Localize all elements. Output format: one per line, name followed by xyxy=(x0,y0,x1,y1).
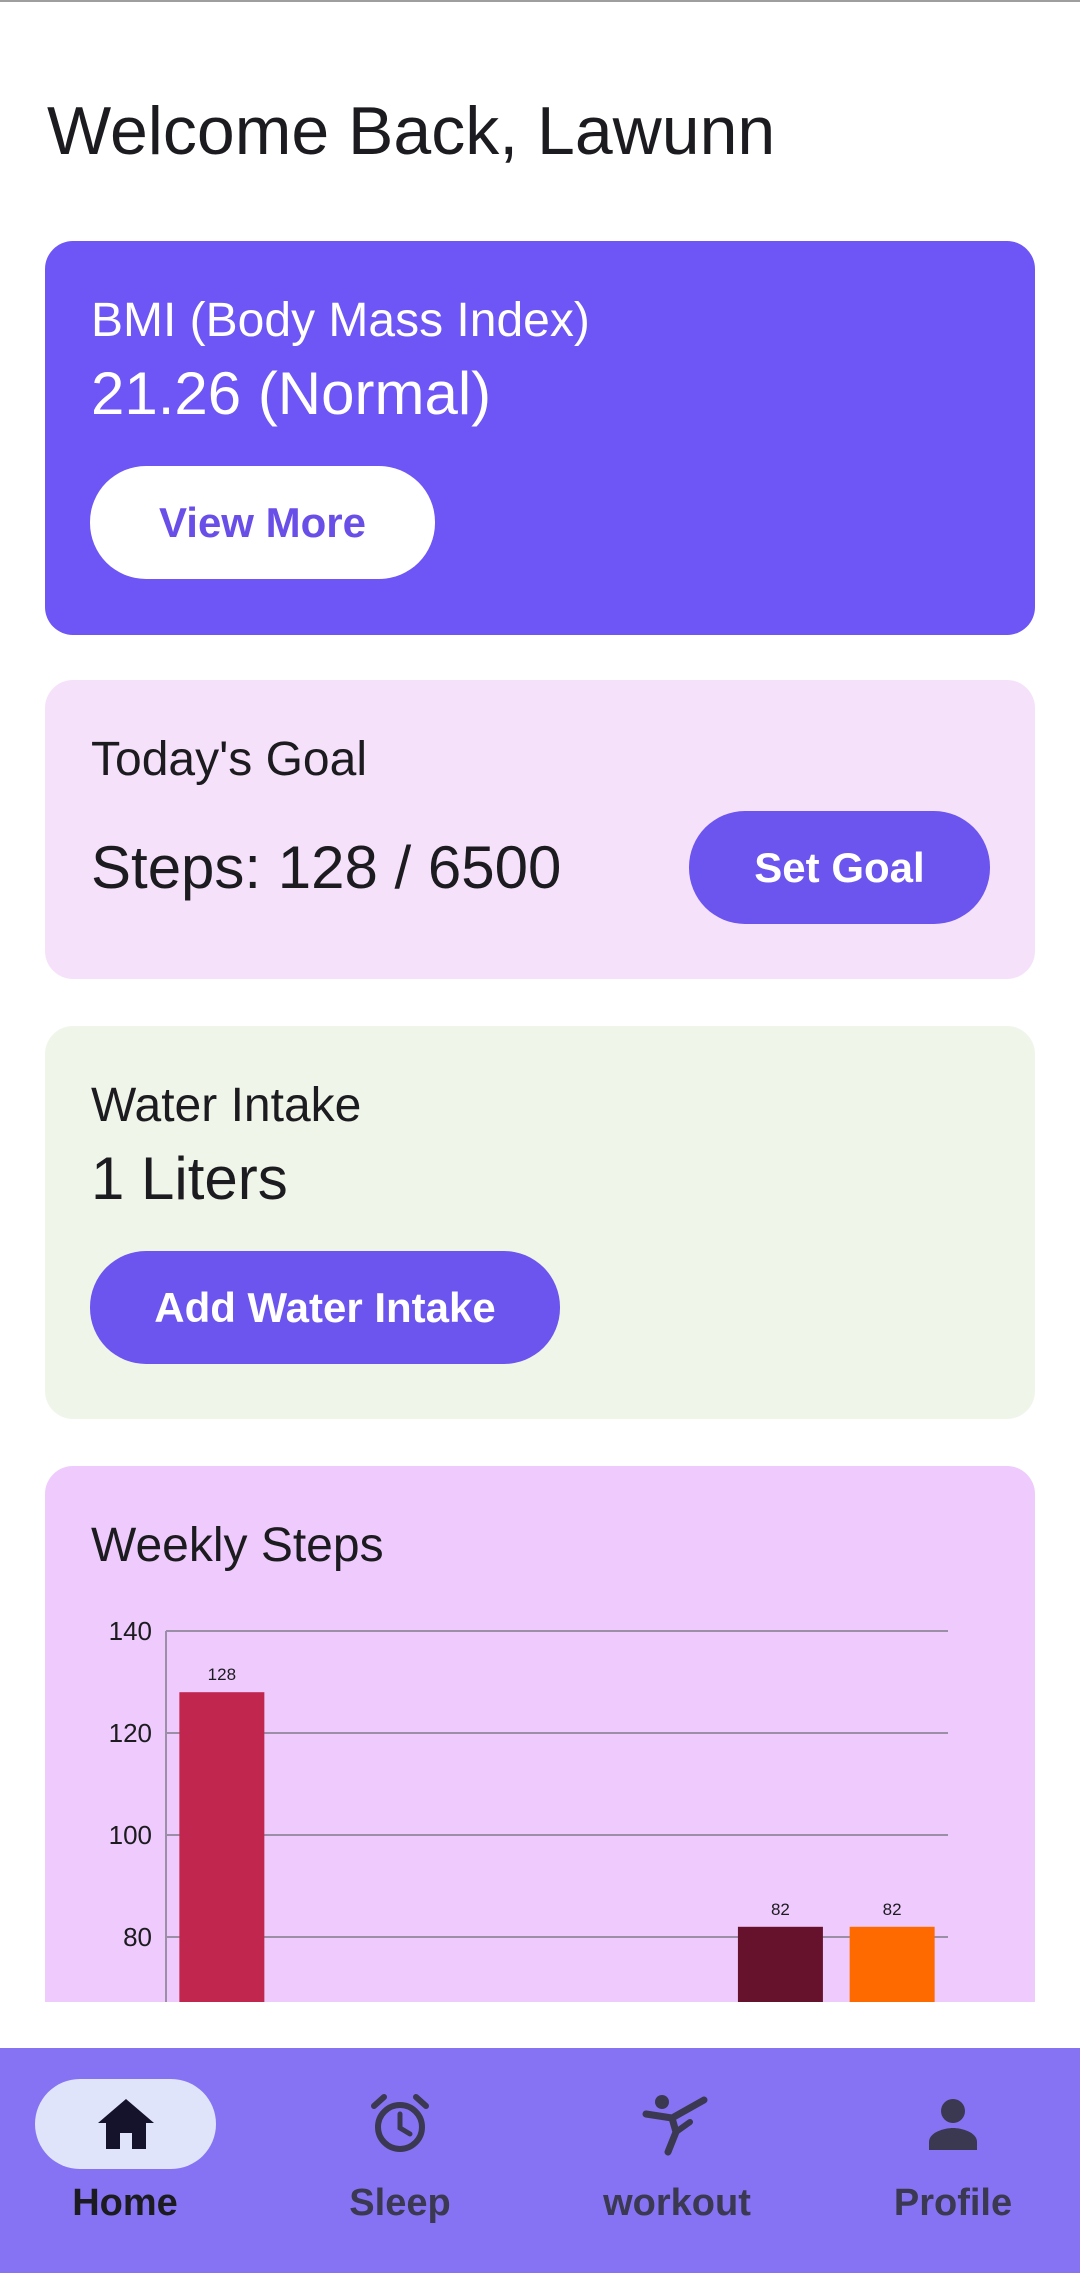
nav-label-sleep: Sleep xyxy=(349,2182,451,2224)
bar xyxy=(849,1926,935,2002)
bar-value-label: 82 xyxy=(771,1900,790,1919)
person-icon xyxy=(913,2094,993,2154)
nav-label-home: Home xyxy=(72,2182,178,2224)
nav-item-sleep[interactable]: Sleep xyxy=(275,2048,545,2273)
y-tick-label: 100 xyxy=(109,1820,152,1850)
bmi-title: BMI (Body Mass Index) xyxy=(91,294,590,347)
welcome-heading: Welcome Back, Lawunn xyxy=(47,93,776,169)
nav-item-home[interactable]: Home xyxy=(0,2048,270,2273)
nav-label-profile: Profile xyxy=(893,2182,1013,2224)
martial-arts-icon xyxy=(637,2094,717,2156)
add-water-intake-button[interactable]: Add Water Intake xyxy=(90,1251,560,1364)
y-tick-label: 120 xyxy=(109,1718,152,1748)
y-tick-label: 140 xyxy=(109,1616,152,1646)
goal-steps: Steps: 128 / 6500 xyxy=(91,834,562,901)
y-tick-label: 80 xyxy=(123,1922,152,1952)
nav-item-profile[interactable]: Profile xyxy=(828,2048,1080,2273)
weekly-steps-card: Weekly Steps 140 120 100 80 128 82 82 xyxy=(45,1466,1035,2002)
goal-title: Today's Goal xyxy=(91,733,367,786)
nav-item-workout[interactable]: workout xyxy=(552,2048,822,2273)
bmi-value: 21.26 (Normal) xyxy=(91,360,492,427)
bar-value-label: 82 xyxy=(883,1900,902,1919)
water-title: Water Intake xyxy=(91,1079,362,1132)
bmi-card: BMI (Body Mass Index) 21.26 (Normal) Vie… xyxy=(45,241,1035,635)
alarm-clock-icon xyxy=(360,2094,440,2154)
bottom-navigation: Home Sleep workout Profile xyxy=(0,2048,1080,2273)
status-divider xyxy=(0,0,1080,2)
view-more-button[interactable]: View More xyxy=(90,466,435,579)
todays-goal-card: Today's Goal Steps: 128 / 6500 Set Goal xyxy=(45,680,1035,979)
set-goal-button[interactable]: Set Goal xyxy=(689,811,990,924)
weekly-steps-chart: 140 120 100 80 128 82 82 xyxy=(109,1616,948,2002)
bar xyxy=(179,1692,265,2002)
bar xyxy=(737,1926,823,2002)
water-intake-card: Water Intake 1 Liters Add Water Intake xyxy=(45,1026,1035,1419)
bar-value-label: 128 xyxy=(208,1665,236,1684)
home-icon xyxy=(86,2094,166,2154)
nav-label-workout: workout xyxy=(603,2182,751,2224)
water-value: 1 Liters xyxy=(91,1145,288,1212)
